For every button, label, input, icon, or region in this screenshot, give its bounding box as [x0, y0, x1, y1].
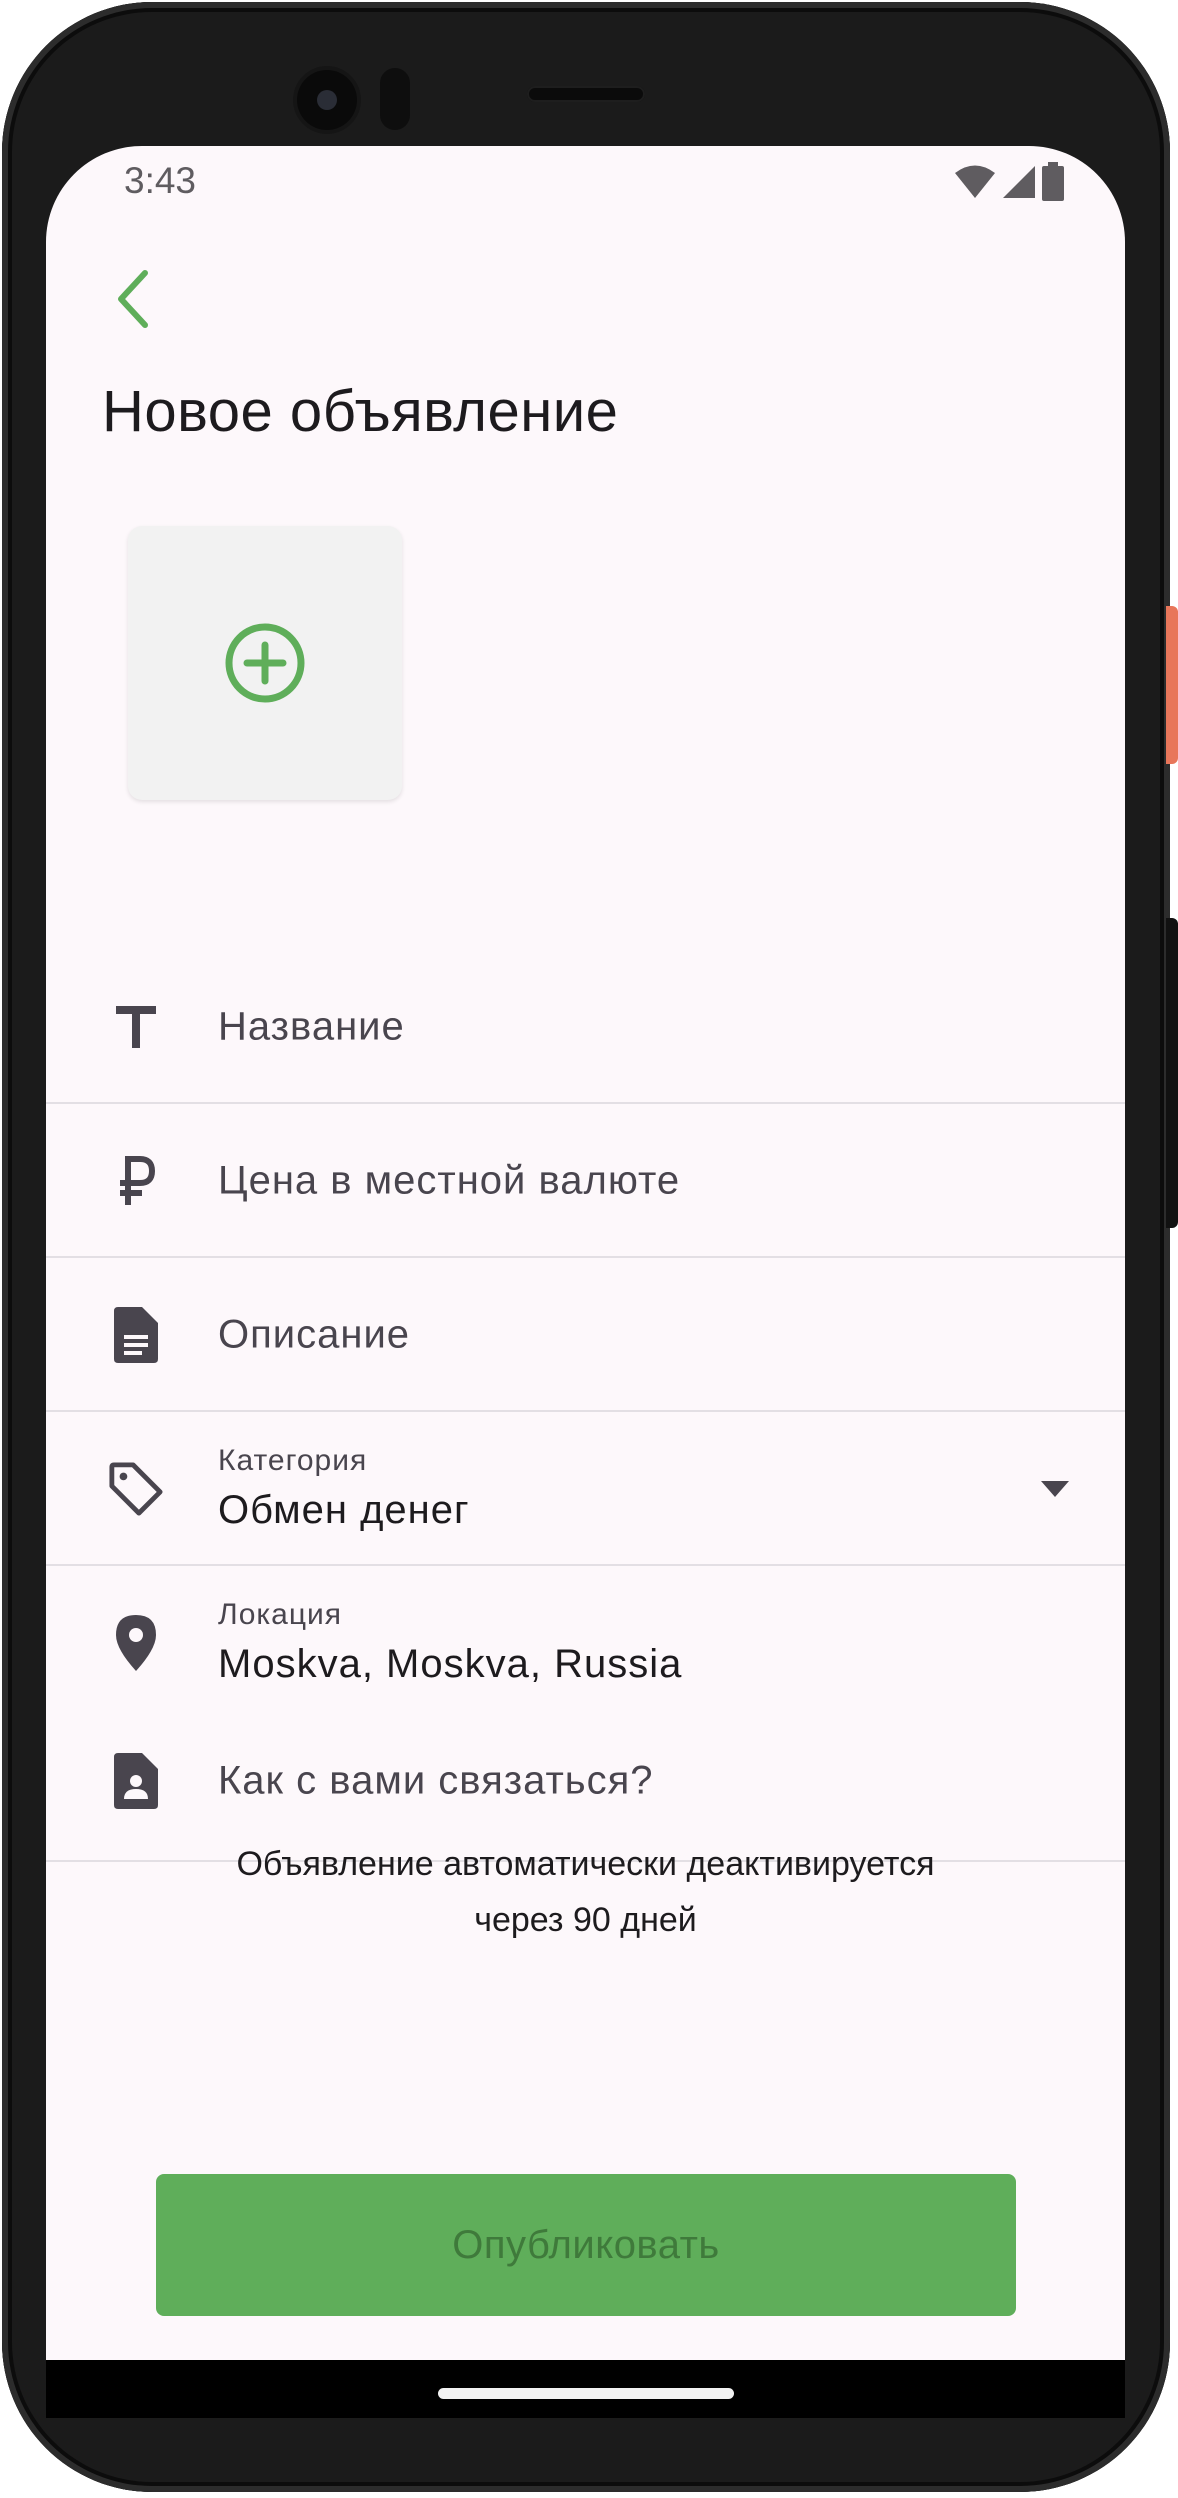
wifi-icon	[955, 165, 995, 198]
tag-icon	[108, 1461, 164, 1517]
earpiece-speaker	[527, 86, 645, 102]
status-time: 3:43	[124, 160, 197, 201]
contact-placeholder: Как с вами связаться?	[218, 1758, 654, 1803]
description-field[interactable]: Описание	[46, 1258, 1125, 1412]
cell-signal-icon	[1003, 166, 1035, 198]
add-circle-icon	[225, 623, 305, 703]
location-field[interactable]: Локация Moskva, Moskva, Russia	[46, 1566, 1125, 1720]
description-placeholder: Описание	[218, 1312, 411, 1357]
price-field[interactable]: Цена в местной валюте	[46, 1104, 1125, 1258]
ruble-icon	[108, 1153, 164, 1209]
proximity-sensor	[380, 68, 410, 130]
category-select[interactable]: Категория Обмен денег	[46, 1412, 1125, 1566]
home-indicator[interactable]	[438, 2388, 734, 2399]
volume-button	[1166, 918, 1178, 1228]
page-title: Новое объявление	[102, 379, 619, 444]
location-label: Локация	[218, 1598, 343, 1631]
notice-line-2: через 90 дней	[474, 1901, 697, 1939]
publish-button[interactable]: Опубликовать	[156, 2174, 1016, 2316]
category-value: Обмен денег	[218, 1488, 470, 1532]
document-icon	[108, 1307, 164, 1363]
contact-field[interactable]: Как с вами связаться?	[46, 1706, 1125, 1862]
price-placeholder: Цена в местной валюте	[218, 1158, 681, 1203]
dropdown-arrow-icon[interactable]	[1035, 1469, 1075, 1509]
expiry-notice: Объявление автоматически деактивируется …	[46, 1836, 1125, 1948]
location-value: Moskva, Moskva, Russia	[218, 1642, 683, 1686]
add-photo-button[interactable]	[128, 526, 402, 800]
title-placeholder: Название	[218, 1004, 405, 1049]
status-icons	[955, 162, 1065, 202]
contact-card-icon	[108, 1753, 164, 1809]
power-button	[1166, 606, 1178, 764]
front-camera	[297, 70, 357, 130]
battery-icon	[1042, 162, 1064, 201]
back-button[interactable]	[98, 264, 168, 334]
text-icon	[108, 999, 164, 1055]
category-label: Категория	[218, 1444, 368, 1477]
location-pin-icon	[108, 1615, 164, 1671]
phone-frame: 3:43 Новое объявление Название Цена в ме…	[0, 0, 1178, 2498]
app-screen: 3:43 Новое объявление Название Цена в ме…	[46, 146, 1125, 2360]
title-field[interactable]: Название	[46, 950, 1125, 1104]
chevron-left-icon	[118, 270, 148, 328]
notice-line-1: Объявление автоматически деактивируется	[236, 1845, 935, 1883]
